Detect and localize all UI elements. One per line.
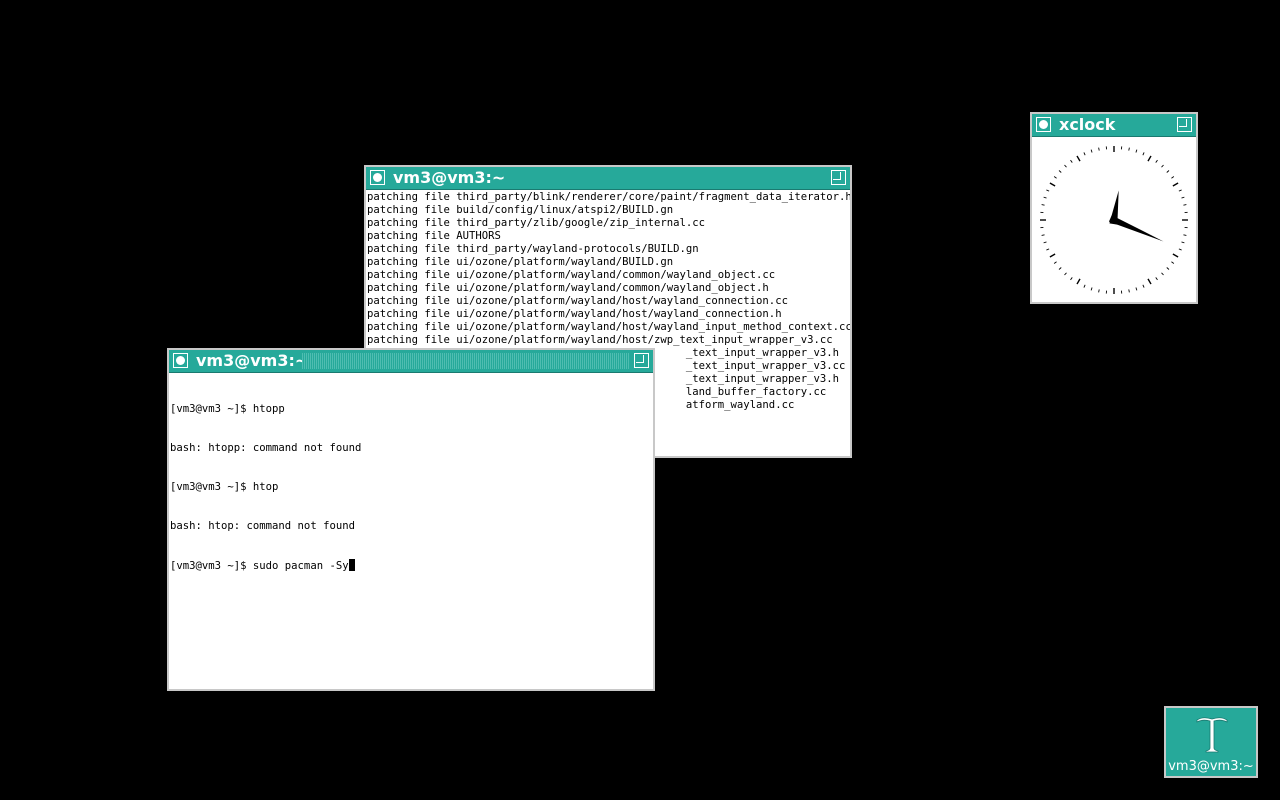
- clock-tick: [1172, 182, 1179, 187]
- clock-tick: [1171, 176, 1175, 179]
- clock-tick: [1098, 289, 1100, 293]
- titlebar[interactable]: vm3@vm3:~: [366, 167, 850, 190]
- terminal-line: patching file ui/ozone/platform/wayland/…: [367, 256, 674, 268]
- window-title: xclock: [1059, 115, 1116, 134]
- clock-tick: [1142, 152, 1145, 156]
- clock-tick: [1098, 147, 1100, 151]
- clock-tick: [1155, 159, 1158, 163]
- iconified-terminal[interactable]: vm3@vm3:~: [1164, 706, 1258, 778]
- clock-tick: [1181, 196, 1185, 199]
- titlebar-stripes: [302, 353, 629, 369]
- clock-tick: [1053, 261, 1057, 264]
- terminal-line: patching file ui/ozone/platform/wayland/…: [367, 269, 776, 281]
- terminal-line: bash: htop: command not found: [170, 520, 355, 532]
- clock-tick: [1142, 284, 1145, 288]
- clock-tick: [1053, 176, 1057, 179]
- terminal-line: patching file ui/ozone/platform/wayland/…: [367, 282, 769, 294]
- clock-tick: [1090, 287, 1093, 291]
- clock-tick: [1058, 170, 1062, 173]
- window-title: vm3@vm3:~: [393, 168, 506, 187]
- iconify-button[interactable]: [1036, 117, 1051, 132]
- clock-face: [1040, 146, 1188, 294]
- terminal-line: patching file third_party/wayland-protoc…: [367, 243, 699, 255]
- clock-tick: [1083, 284, 1086, 288]
- clock-tick: [1090, 149, 1093, 153]
- terminal-line: [vm3@vm3 ~]$ htopp: [170, 403, 285, 415]
- clock-tick: [1128, 147, 1130, 151]
- resize-button[interactable]: [831, 170, 846, 185]
- clock-tick: [1161, 164, 1164, 168]
- iconify-button[interactable]: [173, 353, 188, 368]
- xclock-window[interactable]: xclock: [1030, 112, 1198, 304]
- terminal-line: patching file ui/ozone/platform/wayland/…: [367, 334, 833, 346]
- clock-tick: [1046, 189, 1050, 192]
- clock-tick: [1161, 272, 1164, 276]
- clock-tick: [1166, 267, 1170, 270]
- terminal-line: patching file ui/ozone/platform/wayland/…: [367, 295, 788, 307]
- resize-button[interactable]: [1177, 117, 1192, 132]
- terminal-icon: [1196, 717, 1228, 753]
- terminal-line: [vm3@vm3 ~]$ htop: [170, 481, 279, 493]
- window-title: vm3@vm3:~: [196, 351, 309, 370]
- clock-tick: [1171, 261, 1175, 264]
- text-cursor: [348, 559, 355, 571]
- iconify-button[interactable]: [370, 170, 385, 185]
- clock-tick: [1178, 248, 1182, 251]
- clock-tick: [1181, 241, 1185, 244]
- clock-tick: [1043, 196, 1047, 199]
- resize-button[interactable]: [634, 353, 649, 368]
- terminal-line: patching file build/config/linux/atspi2/…: [367, 204, 674, 216]
- terminal-line: patching file ui/ozone/platform/wayland/…: [367, 308, 782, 320]
- terminal-prompt: [vm3@vm3 ~]$ sudo pacman -Sy: [170, 560, 349, 572]
- terminal-line: patching file ui/ozone/platform/wayland/…: [367, 321, 850, 333]
- clock-tick: [1076, 278, 1081, 285]
- terminal-line: patching file third_party/blink/renderer…: [367, 191, 850, 203]
- clock-tick: [1041, 204, 1045, 206]
- clock-tick: [1070, 159, 1073, 163]
- terminal-line: bash: htopp: command not found: [170, 442, 362, 454]
- clock-tick: [1147, 278, 1152, 285]
- terminal-prompt-line[interactable]: [vm3@vm3 ~]$ sudo pacman -Sy: [170, 559, 653, 572]
- clock-tick: [1135, 287, 1138, 291]
- terminal-output[interactable]: [vm3@vm3 ~]$ htopp bash: htopp: command …: [170, 377, 653, 689]
- clock-tick: [1049, 182, 1056, 187]
- terminal-line: patching file third_party/zlib/google/zi…: [367, 217, 706, 229]
- clock-minute-hand: [1108, 215, 1164, 242]
- titlebar[interactable]: xclock: [1032, 114, 1196, 137]
- clock-tick: [1064, 164, 1067, 168]
- clock-tick: [1178, 189, 1182, 192]
- clock-tick: [1064, 272, 1067, 276]
- terminal-window-front[interactable]: vm3@vm3:~ [vm3@vm3 ~]$ htopp bash: htopp…: [167, 348, 655, 691]
- clock-tick: [1183, 204, 1187, 206]
- terminal-line: patching file AUTHORS: [367, 230, 501, 242]
- titlebar[interactable]: vm3@vm3:~: [169, 350, 653, 373]
- clock-tick: [1076, 155, 1081, 162]
- clock-tick: [1183, 234, 1187, 236]
- clock-tick: [1046, 248, 1050, 251]
- clock-tick: [1049, 253, 1056, 258]
- clock-tick: [1058, 267, 1062, 270]
- clock-tick: [1128, 289, 1130, 293]
- clock-tick: [1147, 155, 1152, 162]
- clock-tick: [1166, 170, 1170, 173]
- clock-tick: [1172, 253, 1179, 258]
- clock-tick: [1070, 277, 1073, 281]
- clock-tick: [1041, 234, 1045, 236]
- icon-label: vm3@vm3:~: [1168, 759, 1254, 774]
- clock-tick: [1043, 241, 1047, 244]
- clock-tick: [1155, 277, 1158, 281]
- clock-tick: [1083, 152, 1086, 156]
- clock-tick: [1135, 149, 1138, 153]
